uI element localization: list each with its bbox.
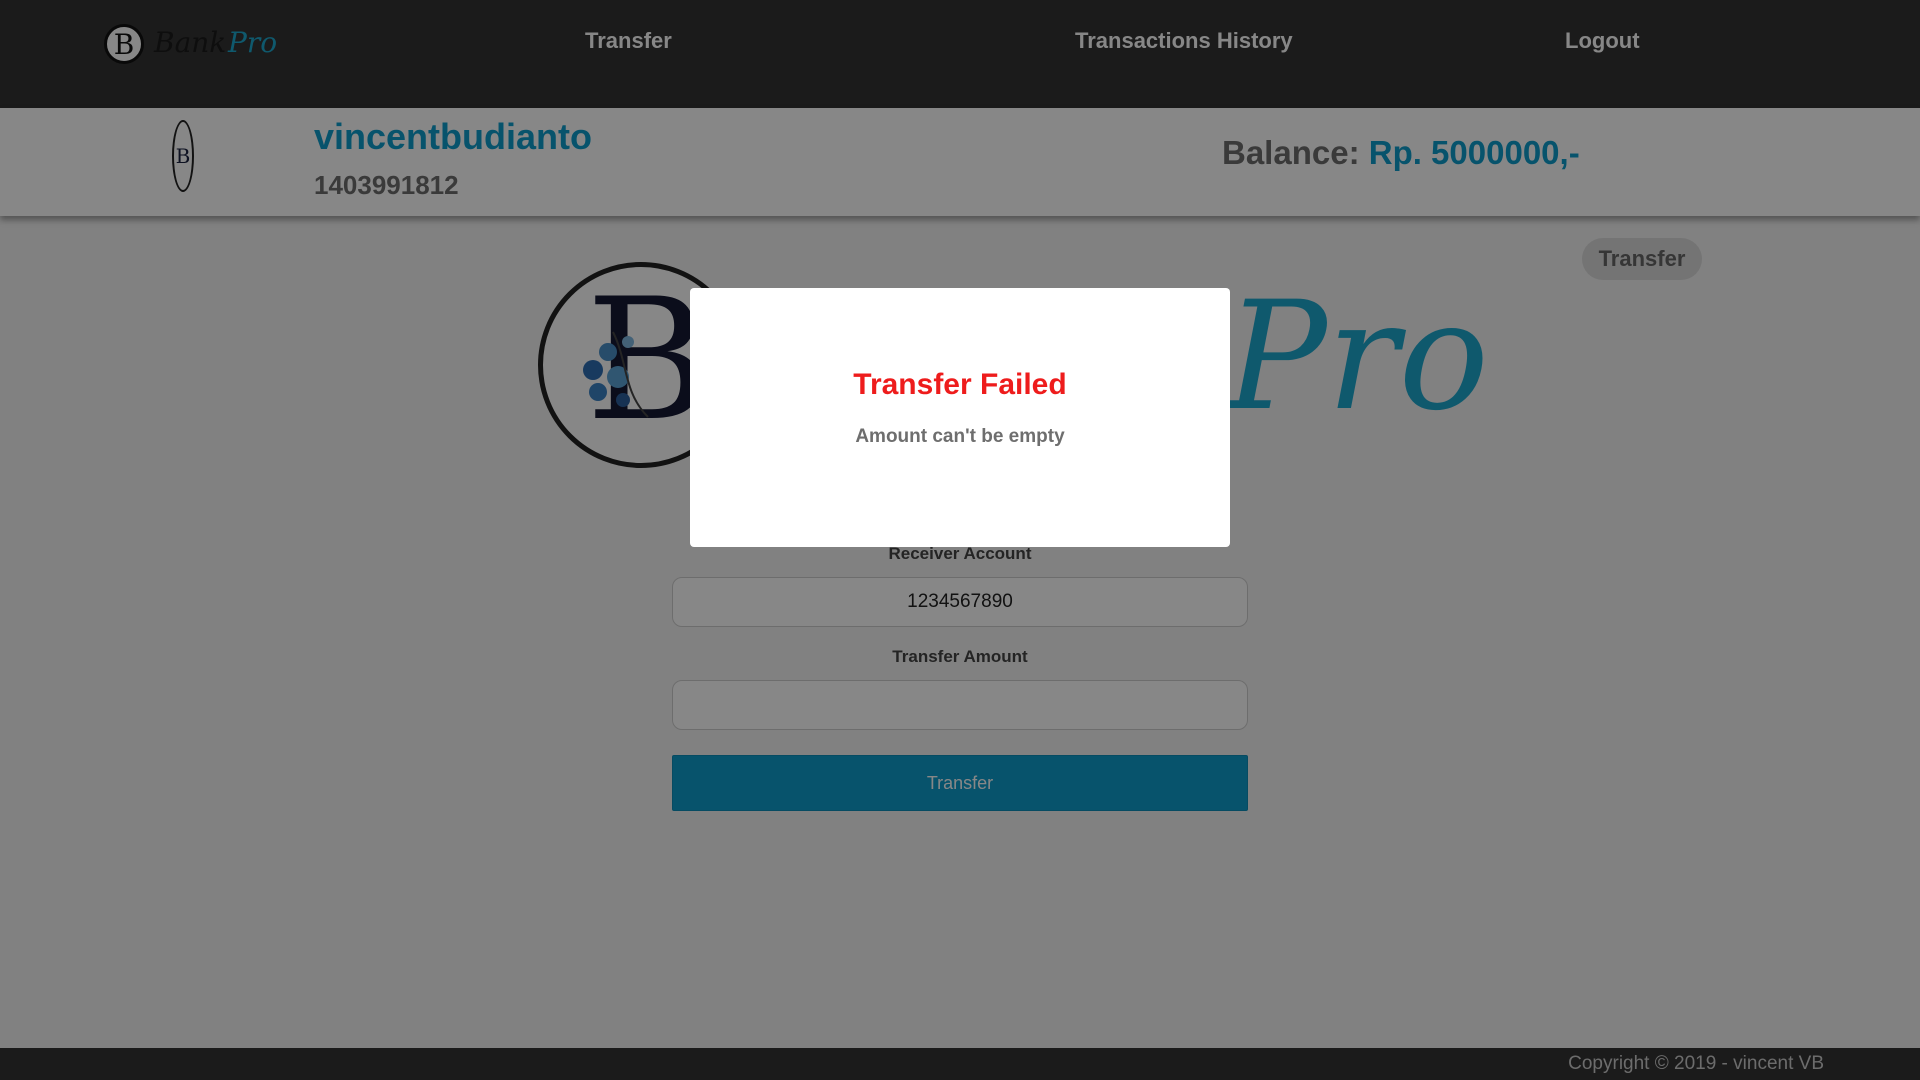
modal-title: Transfer Failed <box>853 368 1067 401</box>
modal-overlay[interactable]: Transfer Failed Amount can't be empty <box>0 0 1920 1080</box>
modal-message: Amount can't be empty <box>855 426 1065 447</box>
error-modal: Transfer Failed Amount can't be empty <box>690 288 1230 547</box>
